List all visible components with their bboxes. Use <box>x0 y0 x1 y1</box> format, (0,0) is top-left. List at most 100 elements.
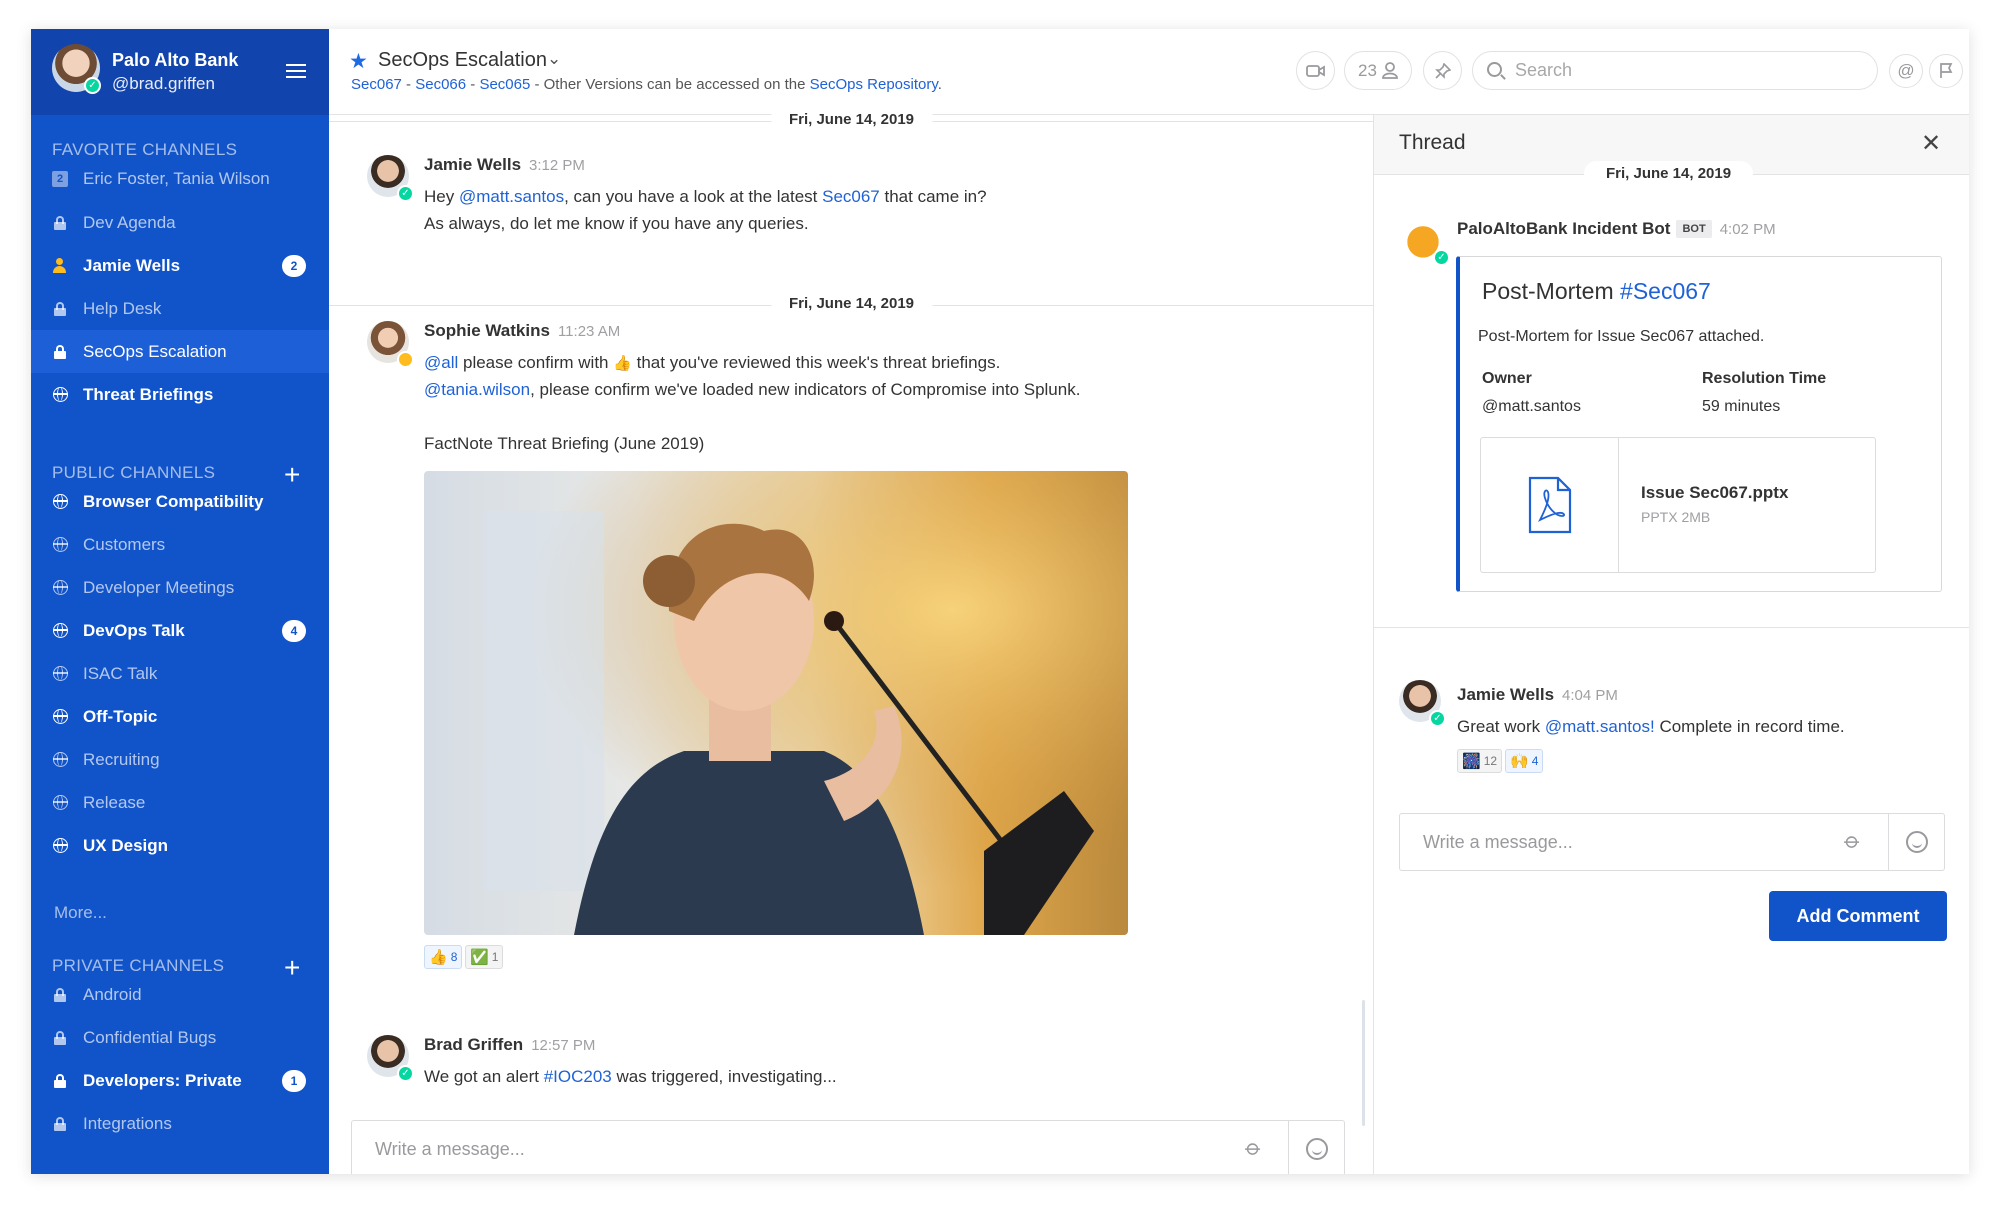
post-text: @tania.wilson, please confirm we've load… <box>424 380 1081 399</box>
sidebar-item-label: Eric Foster, Tania Wilson <box>83 168 270 188</box>
message-list: Fri, June 14, 2019 ✓ Jamie Wells 3:12 PM … <box>329 111 1374 1174</box>
search-input[interactable]: Search <box>1472 51 1878 90</box>
bot-tag: BOT <box>1676 220 1712 238</box>
post-time: 3:12 PM <box>529 157 585 174</box>
sidebar-item-android[interactable]: Android <box>31 973 329 1016</box>
sidebar-item-label: ISAC Talk <box>83 663 158 683</box>
user-status-icon <box>52 257 68 274</box>
globe-icon <box>52 387 68 403</box>
globe-icon <box>52 537 68 553</box>
purpose-text: - Other Versions can be accessed on the <box>530 76 810 93</box>
channel-link[interactable]: #IOC203 <box>544 1067 612 1086</box>
mention-link[interactable]: @tania.wilson <box>424 380 530 399</box>
online-status-icon: ✓ <box>84 77 101 94</box>
post-time: 4:02 PM <box>1719 221 1776 238</box>
channel-link[interactable]: #Sec067 <box>1620 278 1711 304</box>
sidebar-item-eric-foster-tania-wilson[interactable]: 2 Eric Foster, Tania Wilson <box>31 157 329 200</box>
sidebar-item-release[interactable]: Release <box>31 781 329 824</box>
reaction-thumbs-up[interactable]: 👍 8 <box>424 945 463 969</box>
sidebar-item-label: Developer Meetings <box>83 577 235 597</box>
lock-icon <box>52 987 68 1003</box>
briefing-photo[interactable] <box>424 471 1128 935</box>
group-dm-icon: 2 <box>52 170 68 187</box>
emoji-picker-button[interactable] <box>1888 814 1944 870</box>
paperclip-icon[interactable]: ⌀ <box>1240 1134 1267 1162</box>
message-composer[interactable]: Write a message... ⌀ <box>351 1120 1345 1174</box>
add-comment-button[interactable]: Add Comment <box>1769 891 1947 941</box>
attachment-link[interactable]: FactNote Threat Briefing (June 2019) <box>424 434 704 454</box>
sidebar-item-threat-briefings[interactable]: Threat Briefings <box>31 373 329 416</box>
purpose-link-sec065[interactable]: Sec065 <box>479 76 530 93</box>
scrollbar[interactable] <box>1362 1000 1365 1126</box>
sidebar-item-developer-meetings[interactable]: Developer Meetings <box>31 566 329 609</box>
post-author[interactable]: Jamie Wells 4:04 PM <box>1457 685 1618 705</box>
thumbs-up-icon: 👍 <box>429 948 448 966</box>
sidebar-item-recruiting[interactable]: Recruiting <box>31 738 329 781</box>
sidebar-item-ux-design[interactable]: UX Design <box>31 824 329 867</box>
globe-icon <box>52 494 68 510</box>
channel-title[interactable]: SecOps Escalation <box>378 49 547 72</box>
globe-icon <box>52 580 68 596</box>
sidebar-item-off-topic[interactable]: Off-Topic <box>31 695 329 738</box>
post-author[interactable]: Jamie Wells 3:12 PM <box>424 155 585 175</box>
lock-icon <box>52 215 68 231</box>
owner-value[interactable]: @matt.santos <box>1482 398 1581 416</box>
purpose-link-sec067[interactable]: Sec067 <box>351 76 402 93</box>
purpose-link-secops-repository[interactable]: SecOps Repository <box>810 76 938 93</box>
date-label: Fri, June 14, 2019 <box>770 111 933 128</box>
sidebar-item-label: Customers <box>83 534 166 554</box>
reaction-check-mark[interactable]: ✅ 1 <box>465 945 504 969</box>
mention-badge: 1 <box>282 1069 306 1092</box>
lock-icon <box>52 1073 68 1089</box>
sidebar-item-help-desk[interactable]: Help Desk <box>31 287 329 330</box>
sidebar-item-confidential-bugs[interactable]: Confidential Bugs <box>31 1016 329 1059</box>
thread-reply-composer[interactable]: Write a message... ⌀ <box>1399 813 1945 871</box>
chevron-down-icon[interactable]: ⌄ <box>547 49 561 69</box>
paperclip-icon[interactable]: ⌀ <box>1839 827 1866 855</box>
sidebar-item-dev-agenda[interactable]: Dev Agenda <box>31 201 329 244</box>
post-time: 4:04 PM <box>1562 687 1618 704</box>
more-channels-link[interactable]: More... <box>54 903 107 923</box>
sidebar-item-customers[interactable]: Customers <box>31 523 329 566</box>
post-time: 12:57 PM <box>531 1037 596 1054</box>
mention-link[interactable]: @all <box>424 353 458 372</box>
reaction-fireworks[interactable]: 🎆 12 <box>1457 749 1503 773</box>
divider <box>1374 627 1969 628</box>
purpose-separator: - <box>466 76 480 93</box>
composer-placeholder: Write a message... <box>375 1139 525 1159</box>
post-author[interactable]: Brad Griffen 12:57 PM <box>424 1035 595 1055</box>
pinned-posts-button[interactable] <box>1423 51 1462 90</box>
recent-mentions-button[interactable]: @ <box>1889 54 1923 88</box>
reaction-raised-hands[interactable]: 🙌 4 <box>1505 749 1544 773</box>
composer-placeholder: Write a message... <box>1423 832 1573 852</box>
app-window: ✓ Palo Alto Bank @brad.griffen FAVORITE … <box>31 29 1969 1174</box>
sidebar-item-secops-escalation[interactable]: SecOps Escalation <box>31 330 329 373</box>
emoji-picker-button[interactable] <box>1288 1121 1344 1174</box>
mention-link[interactable]: @matt.santos <box>459 187 564 206</box>
sidebar-item-label: Off-Topic <box>83 706 158 726</box>
file-attachment[interactable]: Issue Sec067.pptx PPTX 2MB <box>1480 437 1876 573</box>
sidebar-item-jamie-wells[interactable]: Jamie Wells 2 <box>31 244 329 287</box>
sidebar-item-label: Release <box>83 792 146 812</box>
sidebar-item-integrations[interactable]: Integrations <box>31 1102 329 1145</box>
video-call-button[interactable] <box>1296 51 1335 90</box>
post-author[interactable]: Sophie Watkins 11:23 AM <box>424 321 620 341</box>
mention-link[interactable]: @matt.santos! <box>1545 717 1655 736</box>
post-author[interactable]: PaloAltoBank Incident Bot BOT 4:02 PM <box>1457 219 1776 239</box>
menu-icon[interactable] <box>286 64 306 78</box>
attachment-title: Post-Mortem #Sec067 <box>1482 278 1711 304</box>
sidebar-item-developers-private[interactable]: Developers: Private 1 <box>31 1059 329 1102</box>
purpose-link-sec066[interactable]: Sec066 <box>415 76 466 93</box>
member-count-button[interactable]: 23 <box>1344 51 1412 90</box>
sidebar-item-label: Confidential Bugs <box>83 1027 217 1047</box>
close-icon[interactable]: ✕ <box>1921 129 1941 158</box>
channel-link[interactable]: Sec067 <box>822 187 880 206</box>
flagged-posts-button[interactable] <box>1929 54 1963 88</box>
team-header[interactable]: ✓ Palo Alto Bank @brad.griffen <box>31 29 329 115</box>
favorite-star-icon[interactable]: ★ <box>349 49 368 74</box>
raised-hands-icon: 🙌 <box>1510 752 1529 770</box>
sidebar-item-browser-compatibility[interactable]: Browser Compatibility <box>31 480 329 523</box>
sidebar-item-devops-talk[interactable]: DevOps Talk 4 <box>31 609 329 652</box>
smiley-icon <box>1905 831 1928 853</box>
sidebar-item-isac-talk[interactable]: ISAC Talk <box>31 652 329 695</box>
